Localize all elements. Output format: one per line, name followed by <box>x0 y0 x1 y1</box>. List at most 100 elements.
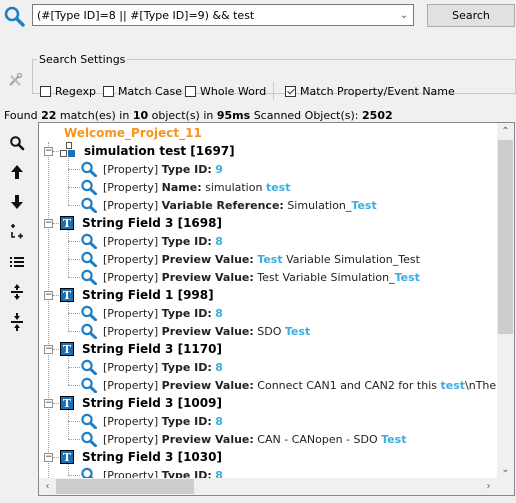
tree-connector <box>68 475 80 476</box>
tree-object-node[interactable]: T String Field 3 [1170] <box>60 340 222 358</box>
property-match-item[interactable]: [Property] Name: simulation test <box>80 178 290 196</box>
collapse-toggle[interactable]: − <box>44 345 53 354</box>
list-icon <box>10 257 24 267</box>
scroll-right-icon[interactable]: › <box>480 478 497 495</box>
status-text: object(s) in <box>151 109 214 122</box>
vertical-scrollbar[interactable]: ⌃ ⌄ <box>497 123 514 478</box>
property-value: Test Variable Simulation_ <box>257 270 395 284</box>
search-button[interactable]: Search <box>427 4 515 27</box>
property-match-item[interactable]: [Property] Type ID: 8 <box>80 358 223 376</box>
collapse-all-icon <box>11 313 23 331</box>
property-match-item[interactable]: [Property] Preview Value: Test Variable … <box>80 268 420 286</box>
search-status: Found 22 match(es) in 10 object(s) in 95… <box>4 109 393 122</box>
text-field-icon: T <box>60 450 74 464</box>
tree-connector <box>68 277 80 278</box>
search-result-icon <box>80 431 98 447</box>
tree-object-node[interactable]: T String Field 3 [1698] <box>60 214 222 232</box>
property-name: Name: <box>161 180 202 194</box>
property-prefix: [Property] <box>103 162 159 176</box>
list-view-button[interactable] <box>8 253 26 271</box>
property-value: Variable Simulation_Test <box>282 252 420 266</box>
property-name: Type ID: <box>161 162 212 176</box>
property-prefix: [Property] <box>103 234 159 248</box>
property-match-item[interactable]: [Property] Preview Value: Connect CAN1 a… <box>80 376 514 394</box>
checkbox-box[interactable] <box>40 86 51 97</box>
collapse-toggle[interactable]: − <box>44 219 53 228</box>
expand-all-button[interactable] <box>8 283 26 301</box>
search-query-combobox[interactable]: (#[Type ID]=8 || #[Type ID]=9) && test ⌄ <box>32 4 414 26</box>
collapse-toggle[interactable]: − <box>44 291 53 300</box>
match-highlight: 8 <box>215 414 223 428</box>
tree-object-node[interactable]: T String Field 1 [998] <box>60 286 214 304</box>
match-highlight: Test <box>351 198 377 212</box>
tree-connector <box>68 331 80 332</box>
divider <box>273 82 274 100</box>
property-prefix: [Property] <box>103 378 159 392</box>
scroll-up-icon[interactable]: ⌃ <box>497 123 514 140</box>
property-match-item[interactable]: [Property] Type ID: 8 <box>80 232 223 250</box>
match-property-name-checkbox[interactable]: Match Property/Event Name <box>285 85 455 98</box>
expand-all-icon <box>11 284 23 300</box>
property-prefix: [Property] <box>103 252 159 266</box>
tree-object-node[interactable]: T String Field 3 [1030] <box>60 448 222 466</box>
property-match-item[interactable]: [Property] Type ID: 8 <box>80 304 223 322</box>
status-text: Scanned Object(s): <box>253 109 359 122</box>
tree-connector <box>53 457 59 458</box>
tree-connector <box>68 169 80 170</box>
property-match-item[interactable]: [Property] Preview Value: Test Variable … <box>80 250 420 268</box>
property-prefix: [Property] <box>103 180 159 194</box>
checkbox-box[interactable] <box>185 86 196 97</box>
search-icon <box>3 5 25 27</box>
scroll-left-icon[interactable]: ‹ <box>39 478 56 495</box>
property-value: Simulation_ <box>287 198 352 212</box>
add-subitem-button[interactable] <box>8 223 26 241</box>
tools-icon[interactable] <box>7 72 23 88</box>
property-match-item[interactable]: [Property] Preview Value: SDO Test <box>80 322 310 340</box>
search-result-icon <box>80 179 98 195</box>
find-button[interactable] <box>8 134 26 152</box>
collapse-toggle[interactable]: − <box>44 453 53 462</box>
previous-match-button[interactable] <box>8 163 26 181</box>
text-field-icon: T <box>60 288 74 302</box>
search-query-text[interactable]: (#[Type ID]=8 || #[Type ID]=9) && test <box>37 9 395 22</box>
property-value: SDO <box>257 324 285 338</box>
regexp-checkbox[interactable]: Regexp <box>40 85 96 98</box>
tree-connector <box>53 223 59 224</box>
vertical-scroll-thumb[interactable] <box>498 140 513 334</box>
property-name: Type ID: <box>161 306 212 320</box>
property-match-item[interactable]: [Property] Type ID: 8 <box>80 412 223 430</box>
checkbox-label: Match Case <box>118 85 182 98</box>
whole-word-checkbox[interactable]: Whole Word <box>185 85 266 98</box>
tree-object-node[interactable]: simulation test [1697] <box>60 141 235 160</box>
results-tree[interactable]: Welcome_Project_11 − simulation test [1697… <box>38 122 515 496</box>
match-case-checkbox[interactable]: Match Case <box>103 85 182 98</box>
property-prefix: [Property] <box>103 270 159 284</box>
collapse-all-button[interactable] <box>8 313 26 331</box>
tree-connector <box>68 385 80 386</box>
text-field-icon: T <box>60 396 74 410</box>
chevron-down-icon[interactable]: ⌄ <box>395 10 413 21</box>
property-match-item[interactable]: [Property] Type ID: 9 <box>80 160 223 178</box>
checkbox-label: Whole Word <box>200 85 267 98</box>
next-match-button[interactable] <box>8 193 26 211</box>
search-icon <box>10 136 25 151</box>
checkbox-label: Regexp <box>55 85 96 98</box>
horizontal-scroll-thumb[interactable] <box>56 479 194 494</box>
tree-connector <box>68 302 69 331</box>
search-result-icon <box>80 413 98 429</box>
collapse-toggle[interactable]: − <box>44 399 53 408</box>
scroll-down-icon[interactable]: ⌄ <box>497 461 514 478</box>
horizontal-scrollbar[interactable]: ‹ › <box>39 478 497 495</box>
checkbox-box[interactable] <box>103 86 114 97</box>
arrow-down-icon <box>11 195 23 209</box>
tree-object-node[interactable]: T String Field 3 [1009] <box>60 394 222 412</box>
match-highlight: 9 <box>215 162 223 176</box>
property-match-item[interactable]: [Property] Variable Reference: Simulatio… <box>80 196 377 214</box>
checkbox-box[interactable] <box>285 86 296 97</box>
tree-connector <box>53 403 59 404</box>
tree-root[interactable]: Welcome_Project_11 <box>64 124 202 142</box>
tree-connector <box>68 230 69 277</box>
property-match-item[interactable]: [Property] Preview Value: CAN - CANopen … <box>80 430 406 448</box>
collapse-toggle[interactable]: − <box>44 147 53 156</box>
checkbox-label: Match Property/Event Name <box>300 85 455 98</box>
